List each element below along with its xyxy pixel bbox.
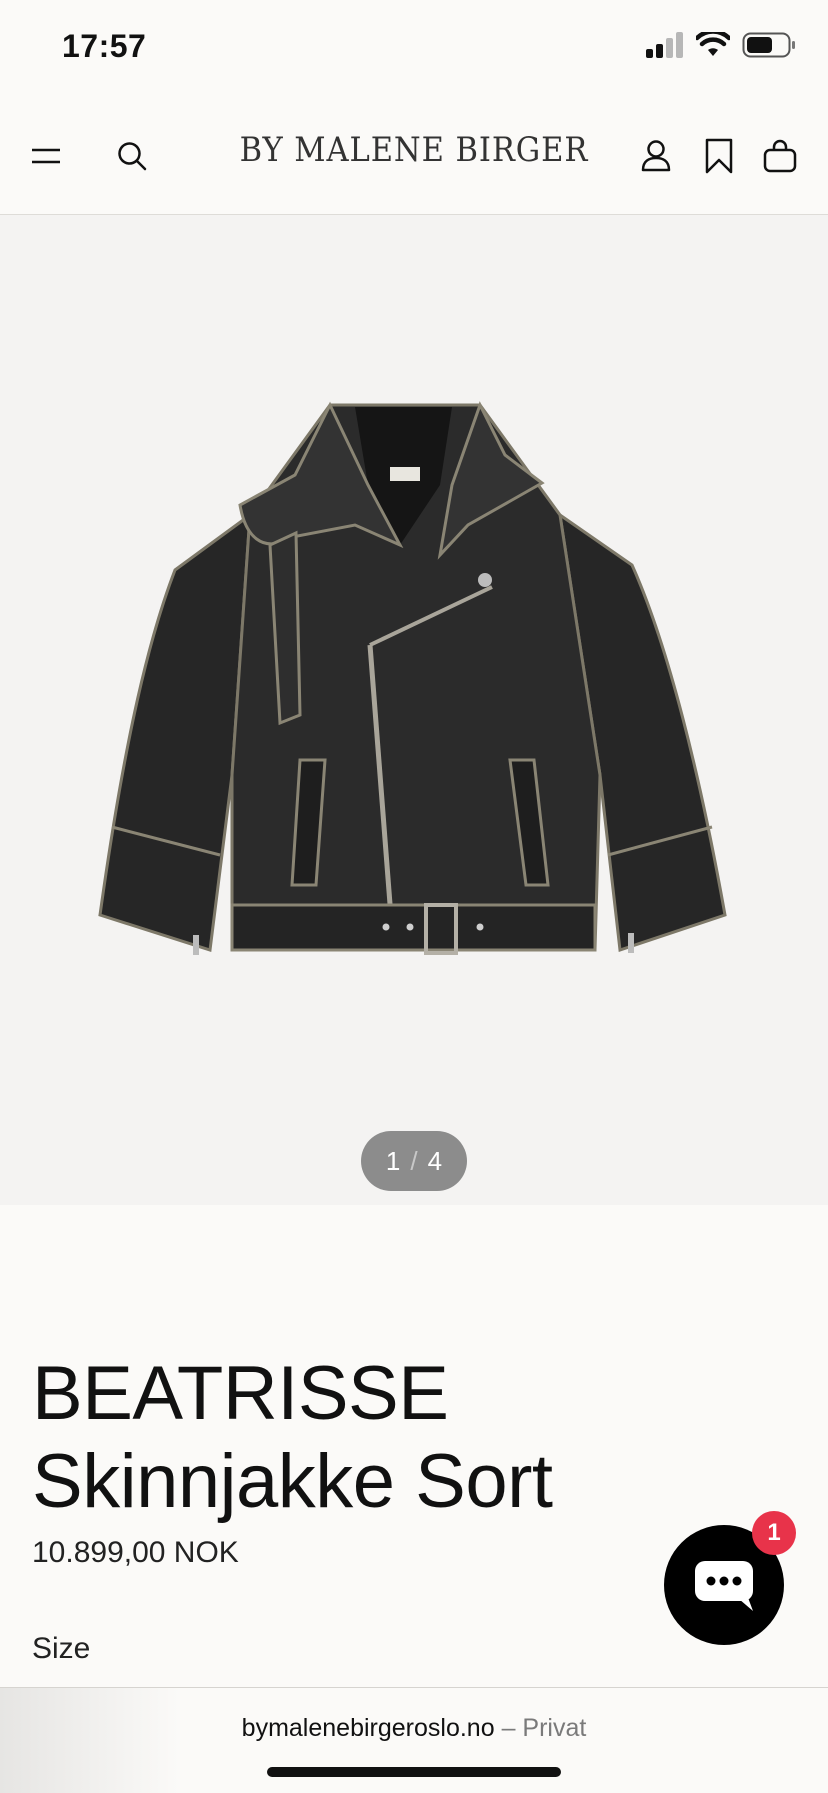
status-time: 17:57: [62, 28, 147, 64]
cart-icon: [763, 139, 797, 173]
gallery-separator: /: [410, 1145, 418, 1176]
chat-icon: [695, 1561, 753, 1611]
url-domain: bymalenebirgeroslo.no: [241, 1714, 495, 1742]
gallery-counter: 1 / 4: [361, 1131, 467, 1191]
wifi-icon: [696, 32, 730, 56]
signal-icon: [646, 32, 683, 58]
status-icons: [644, 32, 796, 58]
wishlist-button[interactable]: [697, 134, 741, 178]
url-text[interactable]: bymalenebirgeroslo.no – Privat: [0, 1714, 828, 1743]
private-mode-label: – Privat: [501, 1714, 587, 1742]
product-price: 10.899,00 NOK: [32, 1536, 239, 1569]
account-button[interactable]: [634, 134, 678, 178]
account-icon: [641, 140, 671, 172]
site-header: BY MALENE BIRGER: [0, 100, 828, 215]
home-indicator[interactable]: [267, 1767, 561, 1777]
gallery-total: 4: [427, 1145, 443, 1176]
battery-icon: [742, 32, 795, 58]
gallery-current: 1: [385, 1145, 401, 1176]
status-bar: 17:57: [0, 0, 828, 100]
product-gallery[interactable]: [0, 215, 828, 1205]
cart-button[interactable]: [758, 134, 802, 178]
browser-url-bar[interactable]: bymalenebirgeroslo.no – Privat: [0, 1687, 828, 1793]
chat-unread-badge: 1: [752, 1511, 796, 1555]
jacket-image: [98, 401, 727, 955]
wishlist-icon: [705, 138, 733, 174]
size-label: Size: [32, 1632, 91, 1665]
product-title: BEATRISSE Skinnjakke Sort: [32, 1351, 553, 1524]
